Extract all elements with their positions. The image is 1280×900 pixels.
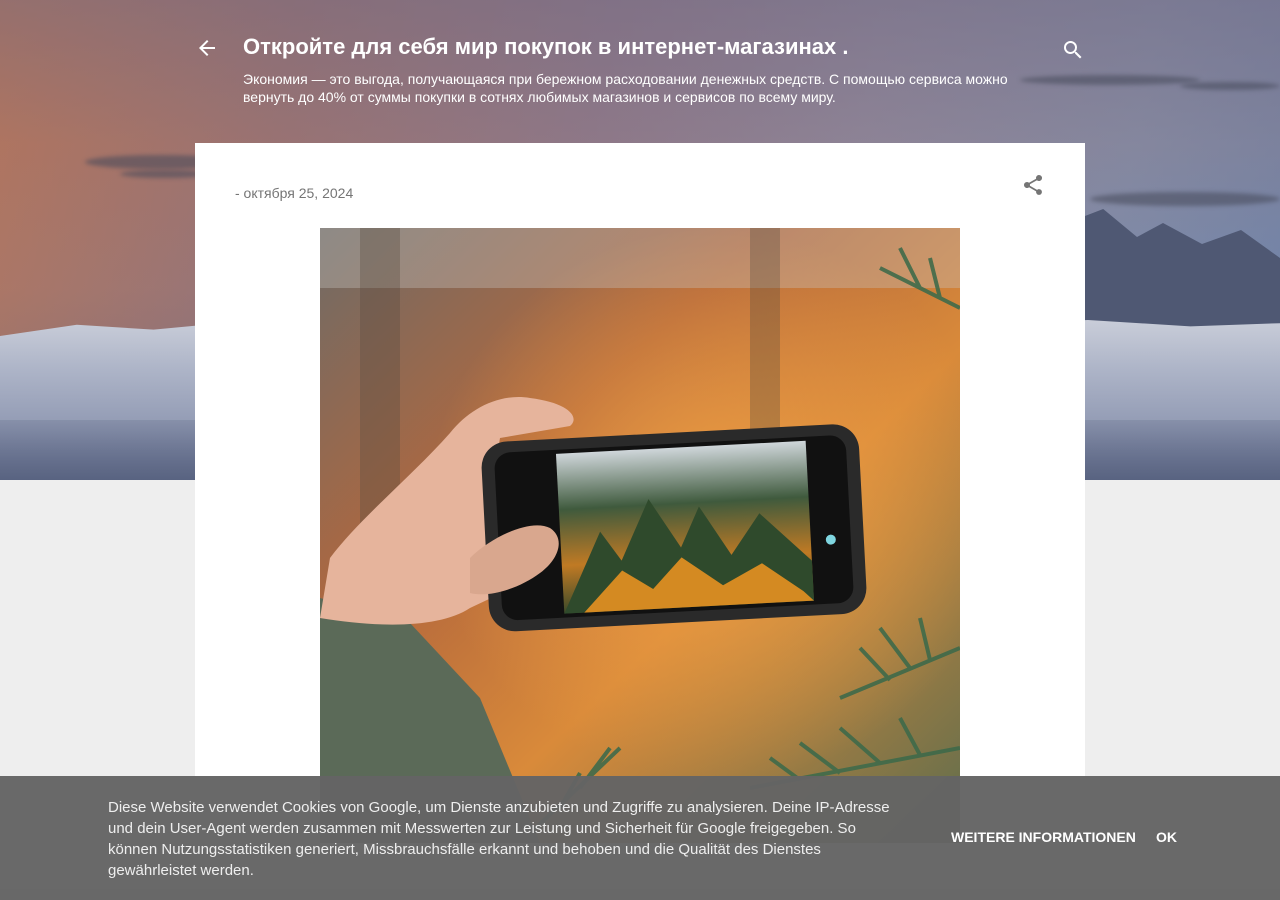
arrow-back-icon [199,40,215,56]
hand-holding-phone-photo [320,228,960,843]
post-date[interactable]: - октября 25, 2024 [235,185,353,201]
back-button[interactable] [195,36,219,60]
blog-header: Откройте для себя мир покупок в интернет… [195,30,1085,120]
search-button[interactable] [1061,38,1085,62]
share-icon [1024,174,1043,195]
site-description: Экономия — это выгода, получающаяся при … [243,71,1008,105]
ok-button[interactable]: OK [1156,829,1177,845]
share-button[interactable] [1021,173,1045,197]
more-info-link[interactable]: Weitere Informationen [951,829,1136,845]
cookie-notice-text: Diese Website verwendet Cookies von Goog… [108,799,890,879]
cookie-banner: Diese Website verwendet Cookies von Goog… [0,776,1280,900]
cloud-shape [1090,192,1280,206]
post-card: - октября 25, 2024 [195,143,1085,843]
site-title[interactable]: Откройте для себя мир покупок в интернет… [243,34,1043,60]
cloud-shape [1180,82,1280,90]
search-icon [1064,41,1082,59]
post-image[interactable] [320,228,960,843]
